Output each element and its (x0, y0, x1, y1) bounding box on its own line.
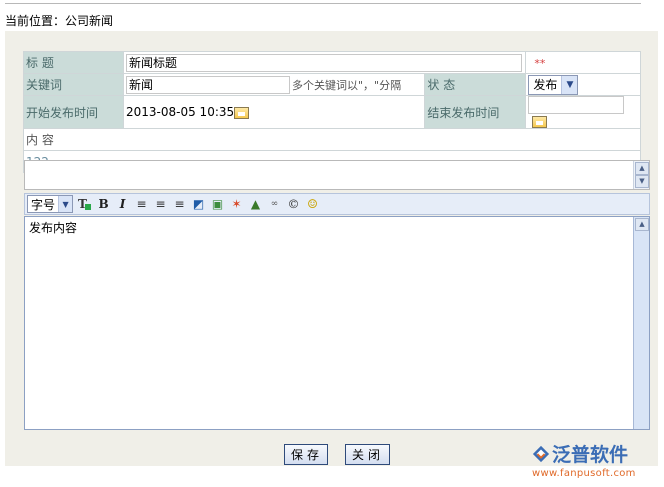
chevron-down-icon[interactable]: ▼ (58, 196, 73, 212)
font-size-select[interactable]: 字号 ▼ (27, 195, 74, 213)
editor-scrollbar[interactable]: ▲ (633, 217, 649, 429)
end-time-label: 结束发布时间 (424, 95, 527, 129)
keyword-cell: 多个关键词以"，"分隔 (122, 73, 426, 96)
smiley-icon[interactable]: ☺ (304, 196, 321, 213)
required-mark: ** (534, 56, 546, 70)
editor-text[interactable]: 发布内容 (29, 219, 77, 236)
title-input[interactable] (126, 53, 522, 72)
title-cell (122, 51, 527, 74)
brand-logo: 泛普软件 www.fanpusoft.com (532, 440, 636, 479)
end-time-cell (525, 95, 641, 129)
scroll-up-icon[interactable]: ▲ (635, 162, 649, 175)
save-button[interactable]: 保存 (284, 444, 328, 465)
insert-image-icon[interactable]: ▣ (209, 196, 226, 213)
title-label: 标 题 (23, 51, 124, 74)
summary-scrollbar[interactable]: ▲ ▼ (633, 161, 649, 189)
breadcrumb: 当前位置：公司新闻 (5, 14, 114, 28)
insert-table-icon[interactable]: ▲ (247, 196, 264, 213)
align-right-icon[interactable]: ≡ (171, 196, 188, 213)
align-left-icon[interactable]: ≡ (133, 196, 150, 213)
brand-url: www.fanpusoft.com (532, 468, 636, 479)
start-time-value[interactable]: 2013-08-05 10:35 (126, 105, 234, 119)
align-center-icon[interactable]: ≡ (152, 196, 169, 213)
summary-textarea[interactable]: ▲ ▼ (24, 160, 650, 190)
calendar-icon[interactable] (532, 115, 548, 128)
scroll-up-icon[interactable]: ▲ (635, 218, 649, 231)
status-select[interactable]: 发布 ▼ (528, 74, 579, 95)
draw-line-icon[interactable]: ◩ (190, 196, 207, 213)
end-time-input[interactable] (528, 96, 625, 114)
keyword-input[interactable] (126, 75, 290, 94)
keyword-label: 关键词 (23, 73, 124, 96)
editor-toolbar: 字号 ▼ T B I ≡ ≡ ≡ ◩ ▣ ✶ ▲ ∞ © ☺ (24, 193, 650, 215)
special-effect-icon[interactable]: ✶ (228, 196, 245, 213)
font-size-label: 字号 (31, 197, 56, 212)
status-cell: 发布 ▼ (525, 73, 641, 96)
content-label: 内 容 (23, 128, 641, 151)
calendar-icon[interactable] (234, 106, 250, 119)
copyright-icon[interactable]: © (285, 196, 302, 213)
text-color-icon[interactable]: T (76, 196, 93, 213)
news-form: 标 题 ** 关键词 多个关键词以"，"分隔 状 态 发布 ▼ 开始发布时间 2… (23, 51, 641, 173)
close-button[interactable]: 关闭 (345, 444, 390, 465)
bold-icon[interactable]: B (95, 196, 112, 213)
web-link-icon[interactable]: ∞ (266, 196, 283, 213)
keyword-hint: 多个关键词以"，"分隔 (292, 79, 402, 92)
required-cell: ** (525, 51, 641, 74)
start-time-cell: 2013-08-05 10:35 (122, 95, 426, 129)
brand-name-row: 泛普软件 (532, 440, 636, 467)
scroll-down-icon[interactable]: ▼ (635, 175, 649, 188)
content-editor[interactable]: 发布内容 ▲ (24, 216, 650, 430)
start-time-label: 开始发布时间 (23, 95, 124, 129)
status-value: 发布 (533, 78, 558, 92)
chevron-down-icon[interactable]: ▼ (561, 75, 578, 94)
logo-icon (532, 445, 550, 462)
italic-icon[interactable]: I (114, 196, 131, 213)
top-divider (5, 3, 641, 4)
brand-name: 泛普软件 (552, 444, 629, 466)
status-label: 状 态 (424, 73, 527, 96)
